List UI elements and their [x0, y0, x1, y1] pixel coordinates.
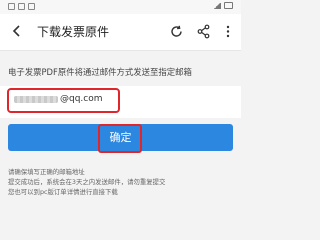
status-bar: [0, 0, 241, 14]
instruction-text: 电子发票PDF原件将通过邮件方式发送至指定邮箱: [8, 67, 192, 77]
notification-icon: [8, 3, 15, 10]
signal-icon: [213, 2, 221, 9]
note-line: 您也可以到pc版订单详情进行直接下载: [8, 188, 118, 196]
notification-icon: [28, 3, 35, 10]
email-field[interactable]: [12, 92, 116, 108]
system-icons: [213, 2, 233, 9]
note-line: 请确保填写正确的邮箱地址: [8, 168, 85, 176]
page-title: 下载发票原件: [37, 25, 110, 39]
notification-icons: [8, 3, 35, 10]
share-icon[interactable]: [196, 24, 211, 39]
note-line: 提交成功后，系统会在3天之内发送邮件，请勿重复提交: [8, 178, 166, 186]
confirm-highlight-box: [98, 124, 142, 153]
notification-icon: [18, 3, 25, 10]
refresh-icon[interactable]: [169, 24, 184, 39]
more-icon[interactable]: [224, 24, 232, 39]
app-bar: 下载发票原件: [0, 14, 241, 51]
battery-icon: [224, 2, 233, 9]
back-icon[interactable]: [10, 24, 24, 38]
notes: 请确保填写正确的邮箱地址 提交成功后，系统会在3天之内发送邮件，请勿重复提交 您…: [8, 167, 238, 197]
